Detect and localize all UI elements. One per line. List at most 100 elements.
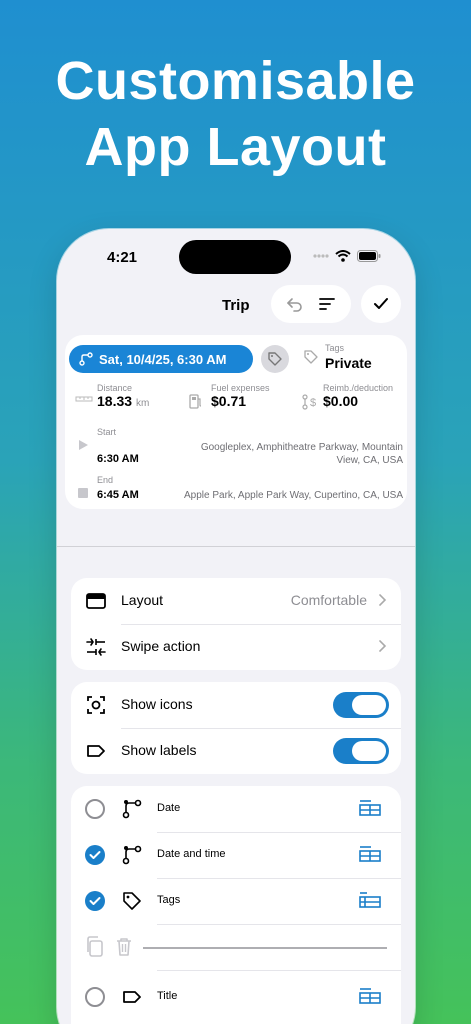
- dynamic-island: [179, 240, 291, 274]
- distance-metric: Distance 18.33 km: [75, 383, 150, 409]
- phone-frame: 4:21 Trip Sat, 10/4/25, 6:30 AM Tags Pri…: [57, 229, 415, 1024]
- grid-layout-icon[interactable]: [359, 845, 381, 863]
- show-icons-toggle[interactable]: [333, 692, 389, 718]
- signal-dots-icon: [313, 254, 329, 258]
- reimbursement-metric: $ Reimb./deduction $0.00: [302, 383, 394, 410]
- fuel-pump-icon: [189, 394, 202, 409]
- trip-summary-card[interactable]: Sat, 10/4/25, 6:30 AM Tags Private Dista…: [65, 335, 407, 509]
- status-bar: 4:21: [57, 229, 415, 285]
- row-separator: [157, 970, 401, 971]
- start-time: 6:30 AM: [97, 453, 139, 465]
- svg-text:$: $: [310, 397, 316, 409]
- show-labels-label: Show labels: [121, 742, 197, 758]
- reimbursement-value: $0.00: [323, 393, 359, 409]
- reimbursement-label: Reimb./deduction: [323, 383, 394, 393]
- grid-layout-icon[interactable]: [359, 987, 381, 1005]
- check-icon: [374, 298, 388, 309]
- fuel-label: Fuel expenses: [211, 383, 270, 393]
- list-layout-icon[interactable]: [359, 891, 381, 909]
- grid-layout-icon[interactable]: [359, 799, 381, 817]
- start-label: Start: [97, 427, 117, 437]
- tag-icon: [123, 892, 141, 910]
- show-labels-row: Show labels: [71, 728, 401, 774]
- date-chip[interactable]: Sat, 10/4/25, 6:30 AM: [69, 345, 253, 373]
- copy-icon[interactable]: [85, 936, 105, 958]
- toggle-knob: [352, 741, 386, 761]
- headline-line-2: App Layout: [84, 117, 387, 177]
- page-title: Trip: [222, 297, 250, 314]
- field-row-title[interactable]: Title: [71, 974, 401, 1020]
- display-toggles-group: Show icons Show labels: [71, 682, 401, 774]
- undo-icon[interactable]: [286, 295, 304, 313]
- field-row-tags[interactable]: Tags: [71, 878, 401, 924]
- check-icon: [89, 897, 101, 905]
- layout-value: Comfortable: [290, 592, 367, 608]
- show-icons-row: Show icons: [71, 682, 401, 728]
- nav-bar: Trip: [57, 285, 415, 331]
- field-row-date-and-time[interactable]: Date and time: [71, 832, 401, 878]
- distance-label: Distance: [97, 383, 133, 393]
- field-group-divider-row: [71, 924, 401, 970]
- end-address: Apple Park, Apple Park Way, Cupertino, C…: [184, 490, 403, 501]
- done-button[interactable]: [361, 285, 401, 323]
- field-checkbox-checked[interactable]: [85, 845, 105, 865]
- fields-group: Date Date and time Tags Title: [71, 786, 401, 1024]
- layout-label: Layout: [121, 592, 164, 608]
- field-label: Tags: [157, 894, 181, 906]
- field-checkbox[interactable]: [85, 987, 105, 1007]
- start-row: Start 6:30 AM Googleplex, Amphitheatre P…: [73, 425, 403, 469]
- swipe-icon: [86, 638, 106, 656]
- battery-icon: [357, 250, 381, 262]
- check-icon: [89, 851, 101, 859]
- ruler-icon: [75, 396, 93, 402]
- label-icon: [87, 745, 105, 757]
- swipe-action-label: Swipe action: [121, 638, 201, 654]
- field-checkbox-checked[interactable]: [85, 891, 105, 911]
- field-checkbox[interactable]: [85, 799, 105, 819]
- layout-icon: [86, 593, 106, 609]
- label-icon: [123, 991, 141, 1003]
- end-row: End 6:45 AM Apple Park, Apple Park Way, …: [73, 475, 403, 505]
- play-icon: [79, 440, 88, 450]
- headline-line-1: Customisable: [55, 51, 416, 111]
- start-address: Googleplex, Amphitheatre Parkway, Mounta…: [201, 441, 403, 467]
- distance-value: 18.33: [97, 393, 133, 409]
- tags-label: Tags: [325, 343, 345, 353]
- date-chip-label: Sat, 10/4/25, 6:30 AM: [99, 351, 227, 367]
- chevron-right-icon: [379, 640, 387, 652]
- nav-actions-pill: [271, 285, 351, 323]
- sort-icon[interactable]: [318, 295, 336, 313]
- tag-outline-icon: [304, 350, 318, 364]
- group-divider-line: [143, 947, 387, 949]
- field-label: Date and time: [157, 848, 226, 860]
- toggle-knob: [352, 695, 386, 715]
- field-label: Date: [157, 802, 181, 814]
- route-icon: [122, 799, 142, 819]
- tag-button[interactable]: [261, 345, 289, 373]
- chevron-right-icon: [379, 594, 387, 606]
- field-label: Title: [157, 990, 178, 1002]
- tags-value: Private: [325, 355, 372, 371]
- wifi-icon: [335, 250, 351, 262]
- distance-unit: km: [135, 398, 150, 409]
- start-address-line-2: View, CA, USA: [336, 455, 403, 466]
- fuel-value: $0.71: [211, 393, 247, 409]
- start-address-line-1: Googleplex, Amphitheatre Parkway, Mounta…: [200, 442, 403, 453]
- end-label: End: [97, 475, 114, 485]
- route-icon: [122, 845, 142, 865]
- show-icons-label: Show icons: [121, 696, 193, 712]
- route-icon: [79, 352, 93, 366]
- end-time: 6:45 AM: [97, 489, 139, 501]
- focus-frame-icon: [87, 696, 105, 714]
- layout-settings-group: Layout Comfortable Swipe action: [71, 578, 401, 670]
- headline: Customisable App Layout: [0, 48, 471, 180]
- section-divider: [57, 546, 415, 547]
- route-dollar-icon: $: [302, 394, 316, 410]
- fuel-metric: Fuel expenses $0.71: [189, 383, 270, 409]
- tag-icon: [268, 352, 282, 366]
- show-labels-toggle[interactable]: [333, 738, 389, 764]
- layout-row[interactable]: Layout Comfortable: [71, 578, 401, 624]
- field-row-date[interactable]: Date: [71, 786, 401, 832]
- swipe-action-row[interactable]: Swipe action: [71, 624, 401, 670]
- trash-icon[interactable]: [115, 937, 133, 957]
